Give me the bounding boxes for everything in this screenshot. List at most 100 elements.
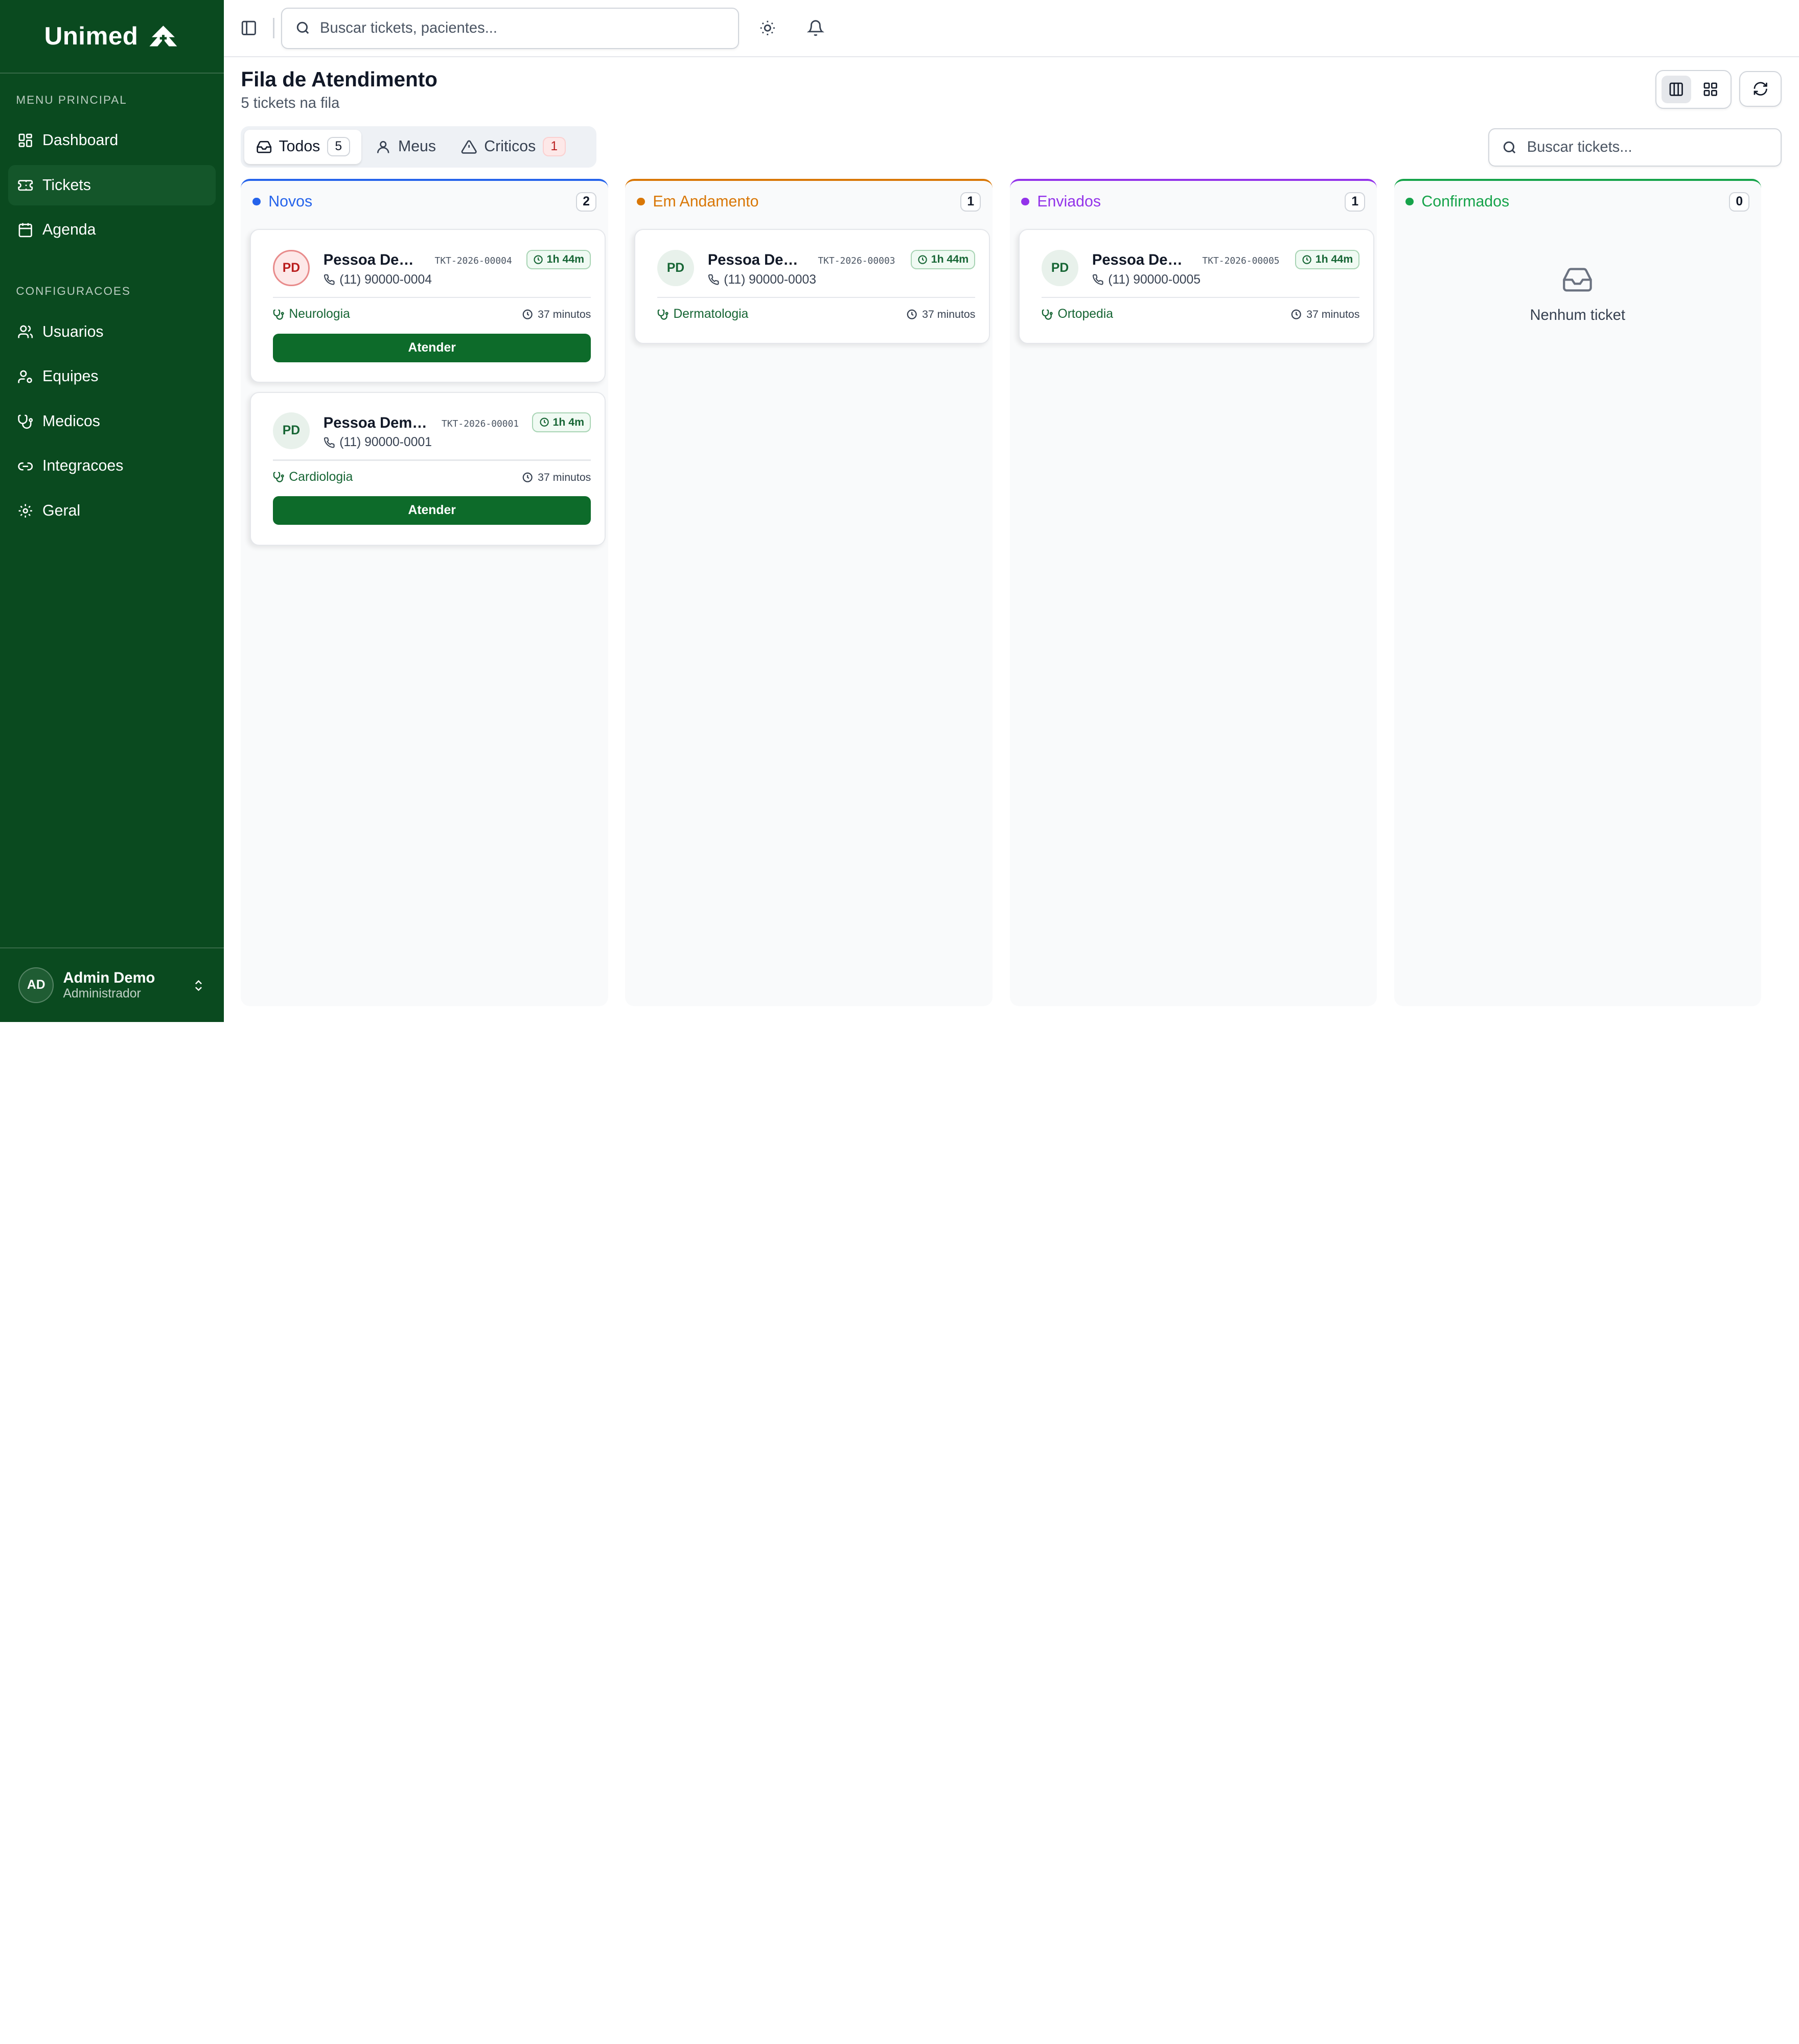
sidebar-toggle-button[interactable] — [232, 11, 266, 45]
wait-time: 1h 44m — [931, 253, 969, 266]
attend-button[interactable]: Atender — [273, 496, 591, 525]
page-subtitle: 5 tickets na fila — [241, 95, 340, 112]
wait-time-badge: 1h 44m — [526, 249, 591, 269]
divider — [273, 17, 274, 39]
user-menu[interactable]: AD Admin Demo Administrador — [0, 947, 224, 1022]
sidebar-item-tickets[interactable]: Tickets — [8, 165, 216, 205]
column-title: Novos — [268, 193, 313, 210]
brand-logo[interactable]: Unimed — [0, 0, 224, 74]
sidebar-item-usuarios[interactable]: Usuarios — [8, 312, 216, 353]
global-search-input[interactable] — [320, 19, 725, 37]
columns-icon — [1668, 81, 1684, 97]
inbox-icon — [256, 139, 272, 155]
sidebar-item-label: Tickets — [42, 176, 91, 194]
user-name: Admin Demo — [63, 969, 155, 986]
clock-icon — [539, 417, 549, 427]
inbox-icon — [1394, 264, 1761, 296]
phone-icon — [1092, 274, 1103, 285]
tab-meus[interactable]: Meus — [364, 130, 448, 164]
kanban-view-button[interactable] — [1661, 76, 1691, 104]
sidebar: Unimed MENU PRINCIPAL Dashboard Tickets … — [0, 0, 224, 1023]
sidebar-item-dashboard[interactable]: Dashboard — [8, 121, 216, 161]
stethoscope-icon — [273, 471, 284, 483]
elapsed-time: 37 minutos — [906, 308, 975, 321]
column-confirmados: Confirmados 0 Nenhum ticket — [1394, 179, 1761, 1006]
phone-icon — [324, 274, 335, 285]
column-count: 0 — [1729, 192, 1750, 212]
elapsed-time: 37 minutos — [1290, 308, 1360, 321]
sidebar-item-integracoes[interactable]: Integracoes — [8, 446, 216, 486]
sidebar-item-medicos[interactable]: Medicos — [8, 402, 216, 442]
specialty-label: Cardiologia — [289, 470, 353, 484]
patient-name: Pessoa Demo 5 — [1092, 252, 1195, 269]
card-divider — [657, 296, 976, 298]
patient-phone: (11) 90000-0001 — [324, 435, 432, 450]
empty-state: Nenhum ticket — [1394, 264, 1761, 324]
notifications-button[interactable] — [798, 11, 833, 45]
refresh-button[interactable] — [1739, 71, 1782, 107]
link-icon — [17, 458, 33, 474]
ticket-card[interactable]: PD Pessoa Demo 4 TKT-2026-00004 1h 44m (… — [250, 229, 606, 383]
logo-text: Unimed — [44, 22, 139, 51]
card-divider — [1042, 296, 1360, 298]
tab-todos[interactable]: Todos 5 — [244, 129, 362, 165]
unimed-tree-icon — [147, 25, 179, 48]
grid-view-button[interactable] — [1696, 76, 1725, 103]
ticket-card[interactable]: PD Pessoa Demo 5 TKT-2026-00005 1h 44m (… — [1019, 229, 1375, 344]
attend-button[interactable]: Atender — [273, 333, 591, 362]
patient-name: Pessoa Demo 3 — [707, 252, 811, 269]
phone-number: (11) 90000-0001 — [339, 435, 432, 450]
chevrons-up-down-icon — [192, 978, 205, 993]
tab-criticos[interactable]: Criticos 1 — [450, 130, 577, 164]
clock-icon — [522, 472, 533, 483]
tab-count-badge: 5 — [327, 137, 350, 157]
card-divider — [273, 296, 591, 298]
clock-icon — [1290, 309, 1302, 320]
users-icon — [17, 324, 33, 340]
wait-time: 1h 4m — [552, 415, 585, 428]
patient-avatar: PD — [273, 412, 310, 450]
tab-label: Todos — [279, 138, 320, 155]
sidebar-item-geral[interactable]: Geral — [8, 491, 216, 531]
patient-avatar: PD — [657, 249, 694, 287]
column-count: 1 — [1345, 192, 1366, 212]
calendar-icon — [17, 222, 33, 238]
elapsed-label: 37 minutos — [1306, 308, 1360, 321]
alert-triangle-icon — [461, 139, 477, 155]
status-dot — [636, 197, 645, 206]
tab-count-badge: 1 — [542, 137, 566, 157]
sidebar-item-equipes[interactable]: Equipes — [8, 357, 216, 397]
specialty-label: Ortopedia — [1057, 307, 1113, 321]
layout-grid-icon — [17, 132, 33, 148]
stethoscope-icon — [273, 309, 284, 320]
clock-icon — [906, 309, 917, 320]
ticket-card[interactable]: PD Pessoa Demo 1 TKT-2026-00001 1h 4m (1… — [250, 392, 606, 546]
search-icon — [295, 20, 311, 36]
theme-toggle-button[interactable] — [750, 11, 785, 45]
wait-time-badge: 1h 44m — [910, 249, 976, 269]
sidebar-item-label: Medicos — [42, 412, 100, 430]
panel-left-icon — [240, 19, 258, 37]
ticket-id: TKT-2026-00005 — [1202, 255, 1280, 266]
column-title: Em Andamento — [653, 193, 759, 210]
ticket-search-input[interactable] — [1527, 138, 1768, 156]
column-header: Enviados 1 — [1010, 181, 1377, 222]
sidebar-item-label: Geral — [42, 502, 81, 519]
sidebar-item-agenda[interactable]: Agenda — [8, 210, 216, 250]
phone-number: (11) 90000-0005 — [1108, 272, 1201, 287]
stethoscope-icon — [1042, 309, 1053, 320]
section-title-main: MENU PRINCIPAL — [16, 93, 127, 106]
ticket-search[interactable] — [1488, 128, 1782, 167]
user-icon — [375, 139, 391, 155]
ticket-card[interactable]: PD Pessoa Demo 3 TKT-2026-00003 1h 44m (… — [634, 229, 990, 344]
view-toggle — [1655, 69, 1732, 109]
elapsed-label: 37 minutos — [538, 308, 591, 321]
empty-state-text: Nenhum ticket — [1530, 307, 1625, 324]
column-count: 1 — [960, 192, 981, 212]
specialty-label: Dermatologia — [673, 307, 749, 321]
column-em-andamento: Em Andamento 1 PD Pessoa Demo 3 TKT-2026… — [625, 179, 993, 1006]
global-search[interactable] — [281, 7, 739, 49]
wait-time-badge: 1h 4m — [532, 412, 591, 432]
ticket-id: TKT-2026-00004 — [434, 255, 512, 266]
phone-icon — [708, 274, 719, 285]
